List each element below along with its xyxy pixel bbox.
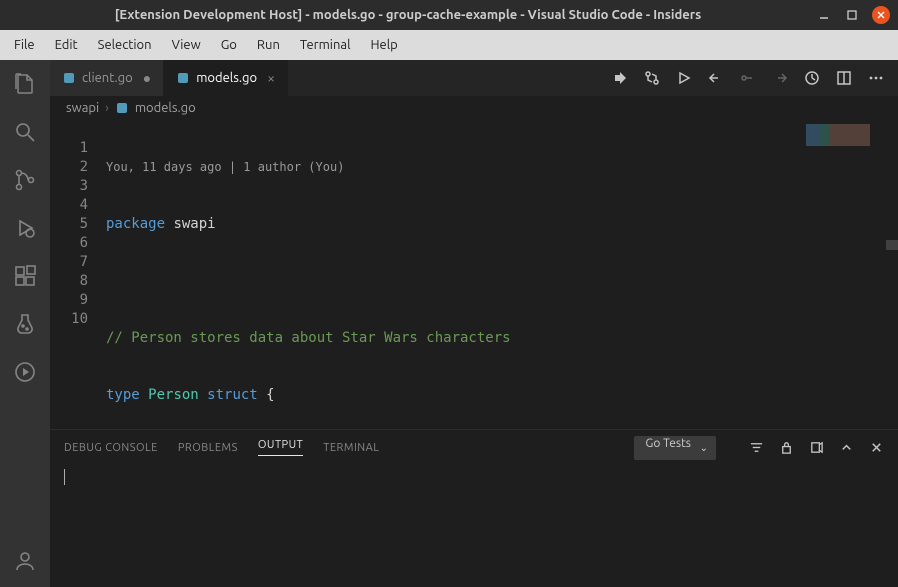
menu-terminal[interactable]: Terminal (290, 34, 361, 56)
tab-dirty-icon: ● (143, 70, 151, 86)
split-editor-icon[interactable] (836, 70, 852, 86)
go-icon[interactable] (13, 360, 37, 384)
go-file-icon (115, 101, 129, 115)
menu-go[interactable]: Go (211, 34, 247, 56)
accounts-icon[interactable] (13, 549, 37, 573)
compare-icon[interactable] (612, 70, 628, 86)
tab-close-icon[interactable]: × (267, 70, 275, 86)
source-control-icon[interactable] (13, 168, 37, 192)
git-compare-icon[interactable] (644, 70, 660, 86)
tab-client-go[interactable]: client.go ● (50, 60, 164, 96)
code-editor[interactable]: 1 2 3 4 5 6 7 8 9 10 You, 11 days ago | … (50, 120, 898, 429)
editor-area: client.go ● models.go × (50, 60, 898, 587)
extensions-icon[interactable] (13, 264, 37, 288)
minimap[interactable] (806, 124, 886, 146)
maximize-button[interactable] (844, 7, 860, 23)
menu-help[interactable]: Help (360, 34, 407, 56)
menu-run[interactable]: Run (247, 34, 290, 56)
window-controls (816, 6, 890, 24)
output-channel-select[interactable]: Go Tests (634, 436, 716, 460)
menu-selection[interactable]: Selection (88, 34, 162, 56)
editor-actions (598, 60, 898, 96)
chevron-right-icon: › (105, 101, 109, 115)
tab-label: models.go (196, 71, 257, 85)
go-back-icon[interactable] (708, 70, 724, 86)
menu-edit[interactable]: Edit (45, 34, 88, 56)
go-forward-icon[interactable] (772, 70, 788, 86)
explorer-icon[interactable] (13, 72, 37, 96)
testing-icon[interactable] (13, 312, 37, 336)
panel-tabs: DEBUG CONSOLE PROBLEMS OUTPUT TERMINAL G… (50, 430, 898, 465)
menu-view[interactable]: View (162, 34, 211, 56)
overview-ruler[interactable] (886, 120, 898, 429)
menu-file[interactable]: File (4, 34, 45, 56)
close-panel-icon[interactable] (868, 440, 884, 456)
breadcrumb[interactable]: swapi › models.go (50, 96, 898, 120)
main-container: client.go ● models.go × (0, 60, 898, 587)
breadcrumb-folder[interactable]: swapi (66, 101, 99, 115)
profile-icon[interactable] (804, 70, 820, 86)
panel-actions (748, 440, 884, 456)
more-actions-icon[interactable] (868, 70, 884, 86)
lock-icon[interactable] (778, 440, 794, 456)
run-debug-icon[interactable] (13, 216, 37, 240)
search-icon[interactable] (13, 120, 37, 144)
tab-models-go[interactable]: models.go × (164, 60, 288, 96)
menu-bar: File Edit Selection View Go Run Terminal… (0, 30, 898, 60)
maximize-panel-icon[interactable] (838, 440, 854, 456)
minimize-button[interactable] (816, 7, 832, 23)
window-title: [Extension Development Host] - models.go… (8, 8, 808, 22)
close-button[interactable] (872, 6, 890, 24)
title-bar: [Extension Development Host] - models.go… (0, 0, 898, 30)
panel-tab-problems[interactable]: PROBLEMS (178, 442, 238, 454)
panel-tab-output[interactable]: OUTPUT (258, 439, 303, 456)
code-content[interactable]: You, 11 days ago | 1 author (You) packag… (106, 120, 898, 429)
tab-bar: client.go ● models.go × (50, 60, 898, 96)
bottom-panel: DEBUG CONSOLE PROBLEMS OUTPUT TERMINAL G… (50, 429, 898, 587)
go-file-icon (62, 71, 76, 85)
go-file-icon (176, 71, 190, 85)
breadcrumb-file[interactable]: models.go (135, 101, 196, 115)
line-gutter: 1 2 3 4 5 6 7 8 9 10 (50, 120, 106, 429)
run-icon[interactable] (676, 70, 692, 86)
activity-bar (0, 60, 50, 587)
filter-icon[interactable] (748, 440, 764, 456)
step-icon[interactable] (740, 70, 756, 86)
panel-tab-debug-console[interactable]: DEBUG CONSOLE (64, 442, 158, 454)
codelens[interactable]: You, 11 days ago | 1 author (You) (106, 158, 898, 177)
panel-tab-terminal[interactable]: TERMINAL (323, 442, 379, 454)
cursor (64, 469, 65, 485)
open-file-icon[interactable] (808, 440, 824, 456)
tab-label: client.go (82, 71, 133, 85)
output-body[interactable] (50, 465, 898, 587)
